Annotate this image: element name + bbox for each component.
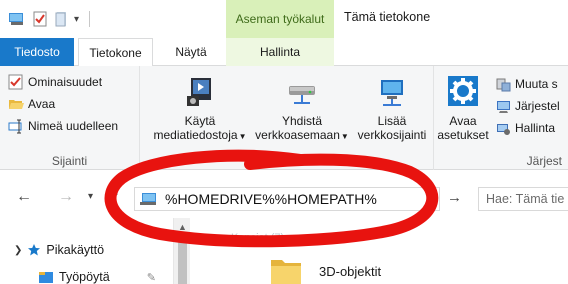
new-folder-icon[interactable]	[54, 11, 68, 27]
tree-item-desktop[interactable]: Työpöytä ✎	[38, 270, 156, 284]
open-settings-button[interactable]: Avaa asetukset	[437, 74, 489, 142]
network-drive-icon	[289, 86, 315, 104]
properties-check-icon[interactable]	[32, 11, 48, 27]
properties-button[interactable]: Ominaisuudet	[8, 72, 102, 92]
ribbon-tabs: Tiedosto Tietokone Näytä Hallinta	[0, 38, 568, 67]
tab-manage[interactable]: Hallinta	[226, 38, 334, 66]
pin-icon: ✎	[146, 271, 156, 284]
add-location-line2: verkkosijainti	[357, 128, 427, 142]
group-label-system: Järjest	[526, 154, 562, 168]
system-properties-button[interactable]: Järjestel	[496, 96, 560, 116]
search-box[interactable]: Hae: Tämä tie	[478, 187, 568, 211]
group-location: Ominaisuudet Avaa Nimeä uudelleen Sijain…	[0, 66, 140, 170]
computer-icon	[140, 193, 156, 205]
access-media-line1: Käytä	[184, 114, 216, 128]
tree-item-quick-access[interactable]: ❯ Pikakäyttö	[14, 243, 104, 257]
recent-locations-chevron-icon[interactable]: ▾	[88, 191, 93, 202]
title-bar: ▾ Aseman työkalut Tämä tietokone	[0, 0, 568, 38]
go-arrow-icon[interactable]: →	[447, 189, 462, 206]
media-access-icon	[187, 78, 211, 106]
system-properties-label: Järjestel	[515, 99, 560, 113]
desktop-folder-icon	[39, 272, 53, 283]
programs-icon	[496, 78, 511, 91]
open-label: Avaa	[28, 97, 56, 111]
qat-separator	[89, 11, 91, 27]
dropdown-caret-icon: ▼	[238, 132, 247, 141]
settings-gear-icon	[448, 76, 478, 106]
ribbon: Ominaisuudet Avaa Nimeä uudelleen Sijain…	[0, 66, 568, 170]
star-icon	[28, 244, 41, 256]
access-media-line2-wrap: mediatiedostoja▼	[154, 128, 247, 144]
uninstall-button[interactable]: Muuta s	[496, 74, 558, 94]
open-button[interactable]: Avaa	[8, 94, 55, 114]
group-label-network: Verkko	[268, 154, 305, 168]
tab-file[interactable]: Tiedosto	[0, 38, 74, 66]
properties-icon	[8, 74, 23, 90]
folder-icon	[271, 260, 301, 284]
scroll-thumb[interactable]	[178, 238, 187, 284]
computer-management-icon	[497, 123, 510, 135]
group-label-location: Sijainti	[51, 154, 88, 168]
customize-qat-icon[interactable]: ▾	[74, 14, 79, 25]
scroll-up-arrow-icon[interactable]: ▲	[178, 222, 187, 232]
tab-computer[interactable]: Tietokone	[78, 38, 153, 67]
navigation-pane: ❯ Pikakäyttö Työpöytä ✎	[0, 218, 190, 284]
computer-icon	[9, 13, 23, 25]
manage-button[interactable]: Hallinta	[496, 118, 555, 138]
back-arrow-icon[interactable]: ←	[16, 188, 32, 206]
address-dropdown-icon[interactable]: ⌄	[426, 191, 435, 204]
group-system: Avaa asetukset Muuta s Järjestel Hallint…	[434, 66, 568, 170]
map-drive-line2: verkkoasemaan	[255, 128, 340, 142]
group-header-folders: Kansiot (7)	[231, 232, 285, 244]
desktop-label: Työpöytä	[59, 270, 110, 284]
expand-chevron-icon[interactable]: ❯	[14, 245, 22, 256]
nav-scrollbar[interactable]: ▲	[173, 218, 190, 284]
folder-label: 3D-objektit	[319, 263, 382, 279]
quick-access-toolbar: ▾	[8, 8, 91, 30]
dropdown-caret-icon: ▼	[340, 132, 349, 141]
address-input[interactable]: %HOMEDRIVE%%HOMEPATH%	[165, 191, 377, 207]
tab-view[interactable]: Näytä	[160, 38, 222, 66]
address-bar[interactable]: %HOMEDRIVE%%HOMEPATH% ⌄	[134, 187, 440, 211]
add-network-location-button[interactable]: Lisää verkkosijainti	[352, 74, 432, 142]
window-title: Tämä tietokone	[344, 10, 431, 24]
rename-button[interactable]: Nimeä uudelleen	[8, 116, 118, 136]
properties-label: Ominaisuudet	[28, 75, 103, 89]
open-folder-icon	[9, 100, 24, 109]
drive-tools-header: Aseman työkalut	[226, 0, 334, 38]
add-network-location-icon	[381, 80, 403, 106]
open-settings-line1: Avaa	[449, 114, 477, 128]
up-arrow-icon[interactable]: ↑	[112, 188, 120, 206]
add-location-line1: Lisää	[377, 114, 407, 128]
open-settings-line2: asetukset	[437, 128, 489, 142]
map-drive-line2-wrap: verkkoasemaan▼	[255, 128, 349, 144]
address-row: ← → ▾ ↑ %HOMEDRIVE%%HOMEPATH% ⌄ → Hae: T…	[0, 178, 568, 218]
quick-access-label: Pikakäyttö	[46, 243, 105, 257]
content-pane: Kansiot (7) 3D-objektit	[191, 218, 568, 284]
system-properties-icon	[497, 100, 510, 113]
manage-label: Hallinta	[515, 121, 556, 135]
rename-label: Nimeä uudelleen	[28, 119, 119, 133]
rename-icon	[8, 119, 22, 134]
map-network-drive-button[interactable]: Yhdistä verkkoasemaan▼	[252, 74, 352, 144]
forward-arrow-icon[interactable]: →	[58, 188, 74, 206]
search-placeholder: Hae: Tämä tie	[486, 192, 565, 206]
access-media-line2: mediatiedostoja	[153, 128, 238, 142]
group-network: Käytä mediatiedostoja▼ Yhdistä verkkoase…	[140, 66, 434, 170]
map-drive-line1: Yhdistä	[281, 114, 323, 128]
access-media-button[interactable]: Käytä mediatiedostoja▼	[152, 74, 248, 144]
folder-item-3d-objects[interactable]: 3D-objektit	[269, 256, 381, 284]
uninstall-label: Muuta s	[515, 77, 558, 91]
